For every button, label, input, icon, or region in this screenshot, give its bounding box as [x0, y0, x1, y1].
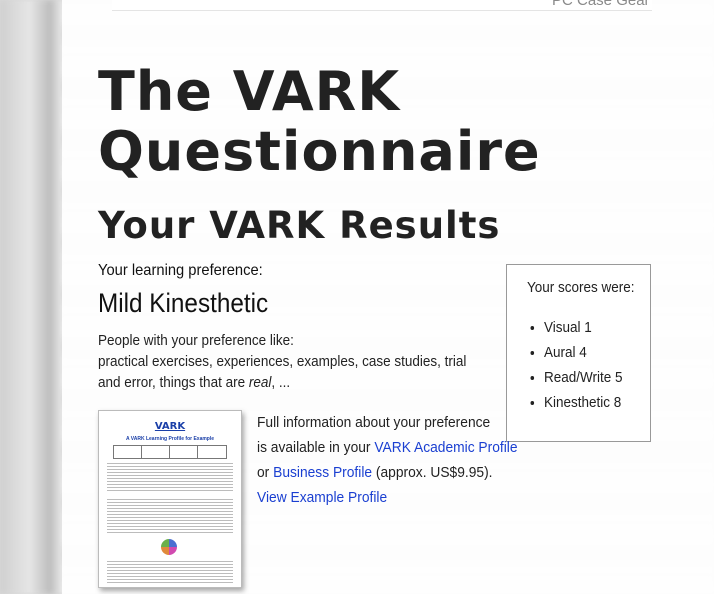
- description-end: , ...: [271, 374, 291, 391]
- results-heading: Your VARK Results: [98, 204, 501, 247]
- page-title: The VARK Questionnaire: [98, 60, 541, 183]
- example-profile-thumbnail[interactable]: VARK A VARK Learning Profile for Example: [98, 410, 242, 588]
- preference-description: People with your preference like: practi…: [98, 330, 476, 393]
- view-example-profile-link[interactable]: View Example Profile: [257, 485, 533, 510]
- info-paragraph: Full information about your preference i…: [257, 410, 533, 510]
- business-profile-link[interactable]: Business Profile: [273, 464, 372, 481]
- thumbnail-text-block: [107, 463, 233, 493]
- preference-label: Your learning preference:: [98, 262, 263, 279]
- price-text: (approx. US$9.95).: [372, 464, 493, 481]
- preference-value: Mild Kinesthetic: [98, 288, 269, 318]
- score-item-kinesthetic: Kinesthetic 8: [544, 390, 623, 415]
- or-text: or: [257, 464, 274, 481]
- info-line-2: is available in your: [257, 439, 375, 456]
- scores-list: Visual 1 Aural 4 Read/Write 5 Kinestheti…: [527, 315, 631, 415]
- score-item-read-write: Read/Write 5: [544, 365, 623, 390]
- score-item-visual: Visual 1: [544, 315, 623, 340]
- description-italic: real: [248, 374, 272, 391]
- thumbnail-text-block: [107, 499, 233, 535]
- scores-title: Your scores were:: [527, 279, 635, 296]
- thumbnail-text-block: [107, 561, 233, 583]
- score-item-aural: Aural 4: [544, 340, 623, 365]
- thumbnail-pie-chart: [161, 539, 177, 555]
- thumbnail-logo: VARK: [154, 421, 186, 432]
- thumbnail-table: [113, 445, 227, 459]
- description-intro: People with your preference like:: [98, 332, 294, 349]
- academic-profile-link[interactable]: VARK Academic Profile: [374, 439, 517, 456]
- top-text: PC Case Gear: [552, 0, 650, 9]
- info-line-1: Full information about your preference: [257, 414, 491, 431]
- thumbnail-title: A VARK Learning Profile for Example: [125, 436, 215, 442]
